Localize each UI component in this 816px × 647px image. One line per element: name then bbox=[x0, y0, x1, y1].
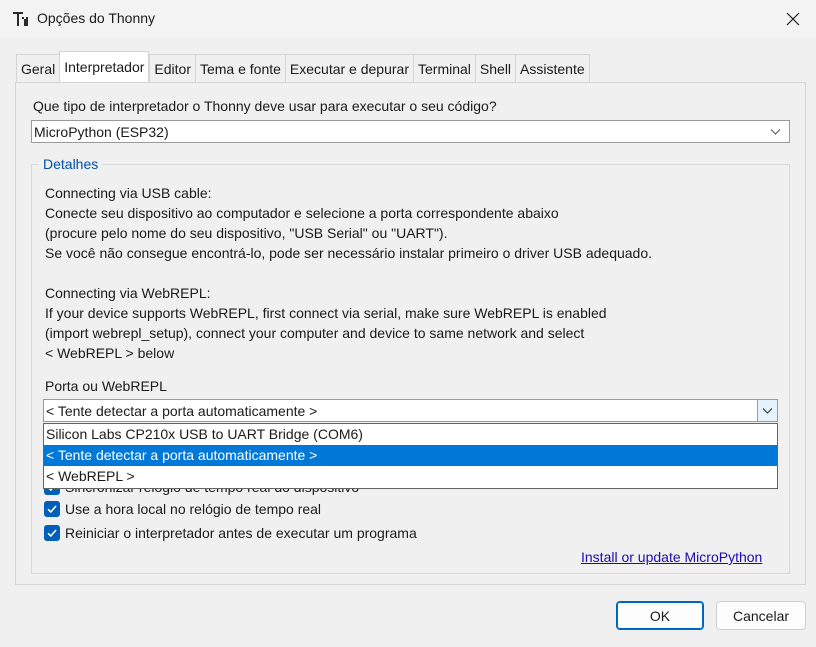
port-label: Porta ou WebREPL bbox=[45, 378, 167, 394]
details-legend: Detalhes bbox=[39, 156, 103, 172]
close-icon bbox=[786, 12, 800, 26]
tab-executar-e-depurar[interactable]: Executar e depurar bbox=[284, 54, 413, 82]
usb-line: Conecte seu dispositivo ao computador e … bbox=[45, 205, 559, 221]
port-combobox-value: < Tente detectar a porta automaticamente… bbox=[46, 403, 318, 419]
restart-interpreter-checkbox[interactable]: Reiniciar o interpretador antes de execu… bbox=[44, 524, 417, 542]
tab-bar: Geral Interpretador Editor Tema e fonte … bbox=[16, 51, 590, 82]
webrepl-line: Connecting via WebREPL: bbox=[45, 285, 211, 301]
tab-assistente[interactable]: Assistente bbox=[515, 54, 590, 82]
checkbox-checked-icon bbox=[44, 525, 60, 541]
chevron-down-icon bbox=[762, 408, 773, 414]
local-time-checkbox[interactable]: Use a hora local no relógio de tempo rea… bbox=[44, 500, 321, 518]
tab-editor[interactable]: Editor bbox=[149, 54, 195, 82]
interpreter-select-value: MicroPython (ESP32) bbox=[34, 124, 169, 140]
ok-button[interactable]: OK bbox=[616, 601, 704, 630]
tab-tema-e-fonte[interactable]: Tema e fonte bbox=[194, 54, 285, 82]
cancel-button[interactable]: Cancelar bbox=[716, 601, 806, 630]
install-micropython-link[interactable]: Install or update MicroPython bbox=[581, 549, 762, 565]
webrepl-line: (import webrepl_setup), connect your com… bbox=[45, 325, 585, 341]
usb-line: Connecting via USB cable: bbox=[45, 185, 212, 201]
usb-instructions: Connecting via USB cable: Conecte seu di… bbox=[45, 183, 652, 263]
local-time-label: Use a hora local no relógio de tempo rea… bbox=[65, 501, 322, 517]
webrepl-instructions: Connecting via WebREPL: If your device s… bbox=[45, 283, 607, 363]
thonny-logo-icon bbox=[13, 12, 28, 26]
interpreter-select[interactable]: MicroPython (ESP32) bbox=[31, 120, 790, 143]
interpreter-question: Que tipo de interpretador o Thonny deve … bbox=[33, 98, 497, 114]
webrepl-line: < WebREPL > below bbox=[45, 345, 175, 361]
tab-interpretador[interactable]: Interpretador bbox=[59, 51, 150, 82]
webrepl-line: If your device supports WebREPL, first c… bbox=[45, 305, 607, 321]
close-button[interactable] bbox=[770, 0, 816, 38]
checkbox-checked-icon bbox=[44, 501, 60, 517]
chevron-down-icon bbox=[770, 129, 781, 135]
title-bar: Opções do Thonny bbox=[0, 0, 816, 38]
usb-line: (procure pelo nome do seu dispositivo, "… bbox=[45, 225, 448, 241]
port-dropdown-list: Silicon Labs CP210x USB to UART Bridge (… bbox=[43, 423, 778, 489]
restart-interpreter-label: Reiniciar o interpretador antes de execu… bbox=[65, 525, 417, 541]
port-combobox[interactable]: < Tente detectar a porta automaticamente… bbox=[43, 399, 778, 422]
port-dropdown-button[interactable] bbox=[757, 400, 777, 421]
usb-line: Se você não consegue encontrá-lo, pode s… bbox=[45, 245, 653, 261]
window-title: Opções do Thonny bbox=[37, 10, 156, 26]
port-option-auto-detect[interactable]: < Tente detectar a porta automaticamente… bbox=[44, 445, 777, 466]
port-option-webrepl[interactable]: < WebREPL > bbox=[44, 466, 777, 487]
tab-geral[interactable]: Geral bbox=[16, 54, 60, 82]
port-option-com6[interactable]: Silicon Labs CP210x USB to UART Bridge (… bbox=[44, 424, 777, 445]
tab-terminal[interactable]: Terminal bbox=[413, 54, 475, 82]
tab-shell[interactable]: Shell bbox=[474, 54, 516, 82]
